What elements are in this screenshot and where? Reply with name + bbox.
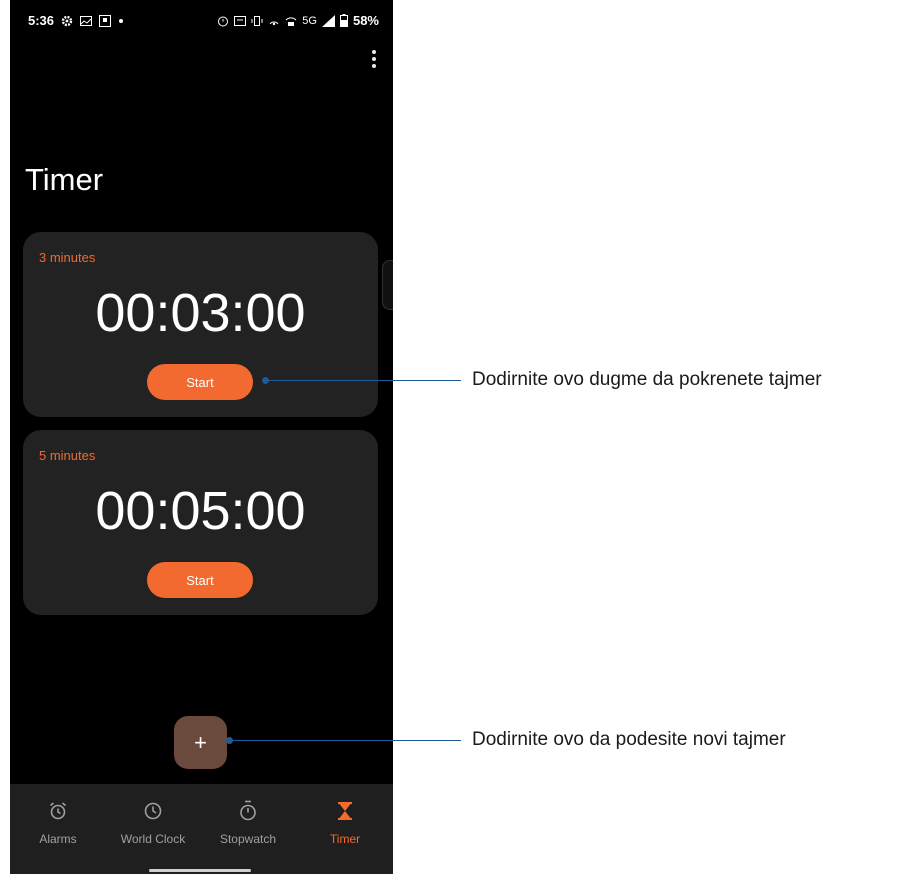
status-left: 5:36 [28,13,124,28]
stopwatch-icon [238,800,258,822]
phone-screen: 5:36 5G 58% Timer 3 minutes 00:03:00 Sta… [10,0,393,874]
signal-icon [321,14,335,27]
gallery-icon [80,15,93,26]
settings-gear-icon [61,15,73,27]
nav-item-world-clock[interactable]: World Clock [105,784,201,862]
timer-label[interactable]: 5 minutes [39,448,95,463]
bottom-navigation: Alarms World Clock Stopwatch Timer [10,784,393,874]
battery-percent: 58% [352,13,379,28]
page-title: Timer [25,162,104,197]
alarm-status-icon [217,15,229,27]
notification-dot-icon [118,18,124,24]
timer-display: 00:03:00 [95,283,306,343]
wifi-calling-icon [285,15,297,27]
screenshot-icon [99,14,112,27]
vibrate-icon [251,15,263,27]
nfc-icon [234,15,247,27]
hotspot-icon [268,15,280,27]
add-timer-button[interactable]: + [174,716,227,769]
edge-panel-handle[interactable] [382,260,393,310]
nav-item-timer[interactable]: Timer [297,784,393,862]
nav-label: Timer [329,832,361,846]
status-bar: 5:36 5G 58% [10,0,393,40]
callout-pointer-line [230,740,461,741]
plus-icon: + [194,729,207,755]
timer-card[interactable]: 3 minutes 00:03:00 Start [23,232,378,417]
timer-label[interactable]: 3 minutes [39,250,95,265]
network-type: 5G [302,14,317,27]
more-options-icon[interactable] [369,48,379,70]
timer-card[interactable]: 5 minutes 00:05:00 Start [23,430,378,615]
status-right: 5G 58% [217,13,379,28]
home-indicator[interactable] [149,869,251,872]
callout-start-timer: Dodirnite ovo dugme da pokrenete tajmer [472,369,822,390]
nav-label: World Clock [120,832,186,846]
hourglass-icon [335,800,355,822]
clock-icon [143,800,163,822]
start-button[interactable]: Start [147,364,253,400]
callout-new-timer: Dodirnite ovo da podesite novi tajmer [472,729,786,750]
alarm-clock-icon [48,800,68,822]
start-button[interactable]: Start [147,562,253,598]
nav-item-stopwatch[interactable]: Stopwatch [200,784,296,862]
status-time: 5:36 [28,13,55,28]
nav-item-alarms[interactable]: Alarms [10,784,106,862]
battery-icon [339,14,348,27]
callout-pointer-line [266,380,461,381]
nav-label: Stopwatch [219,832,277,846]
nav-label: Alarms [39,832,77,846]
timer-display: 00:05:00 [95,481,306,541]
